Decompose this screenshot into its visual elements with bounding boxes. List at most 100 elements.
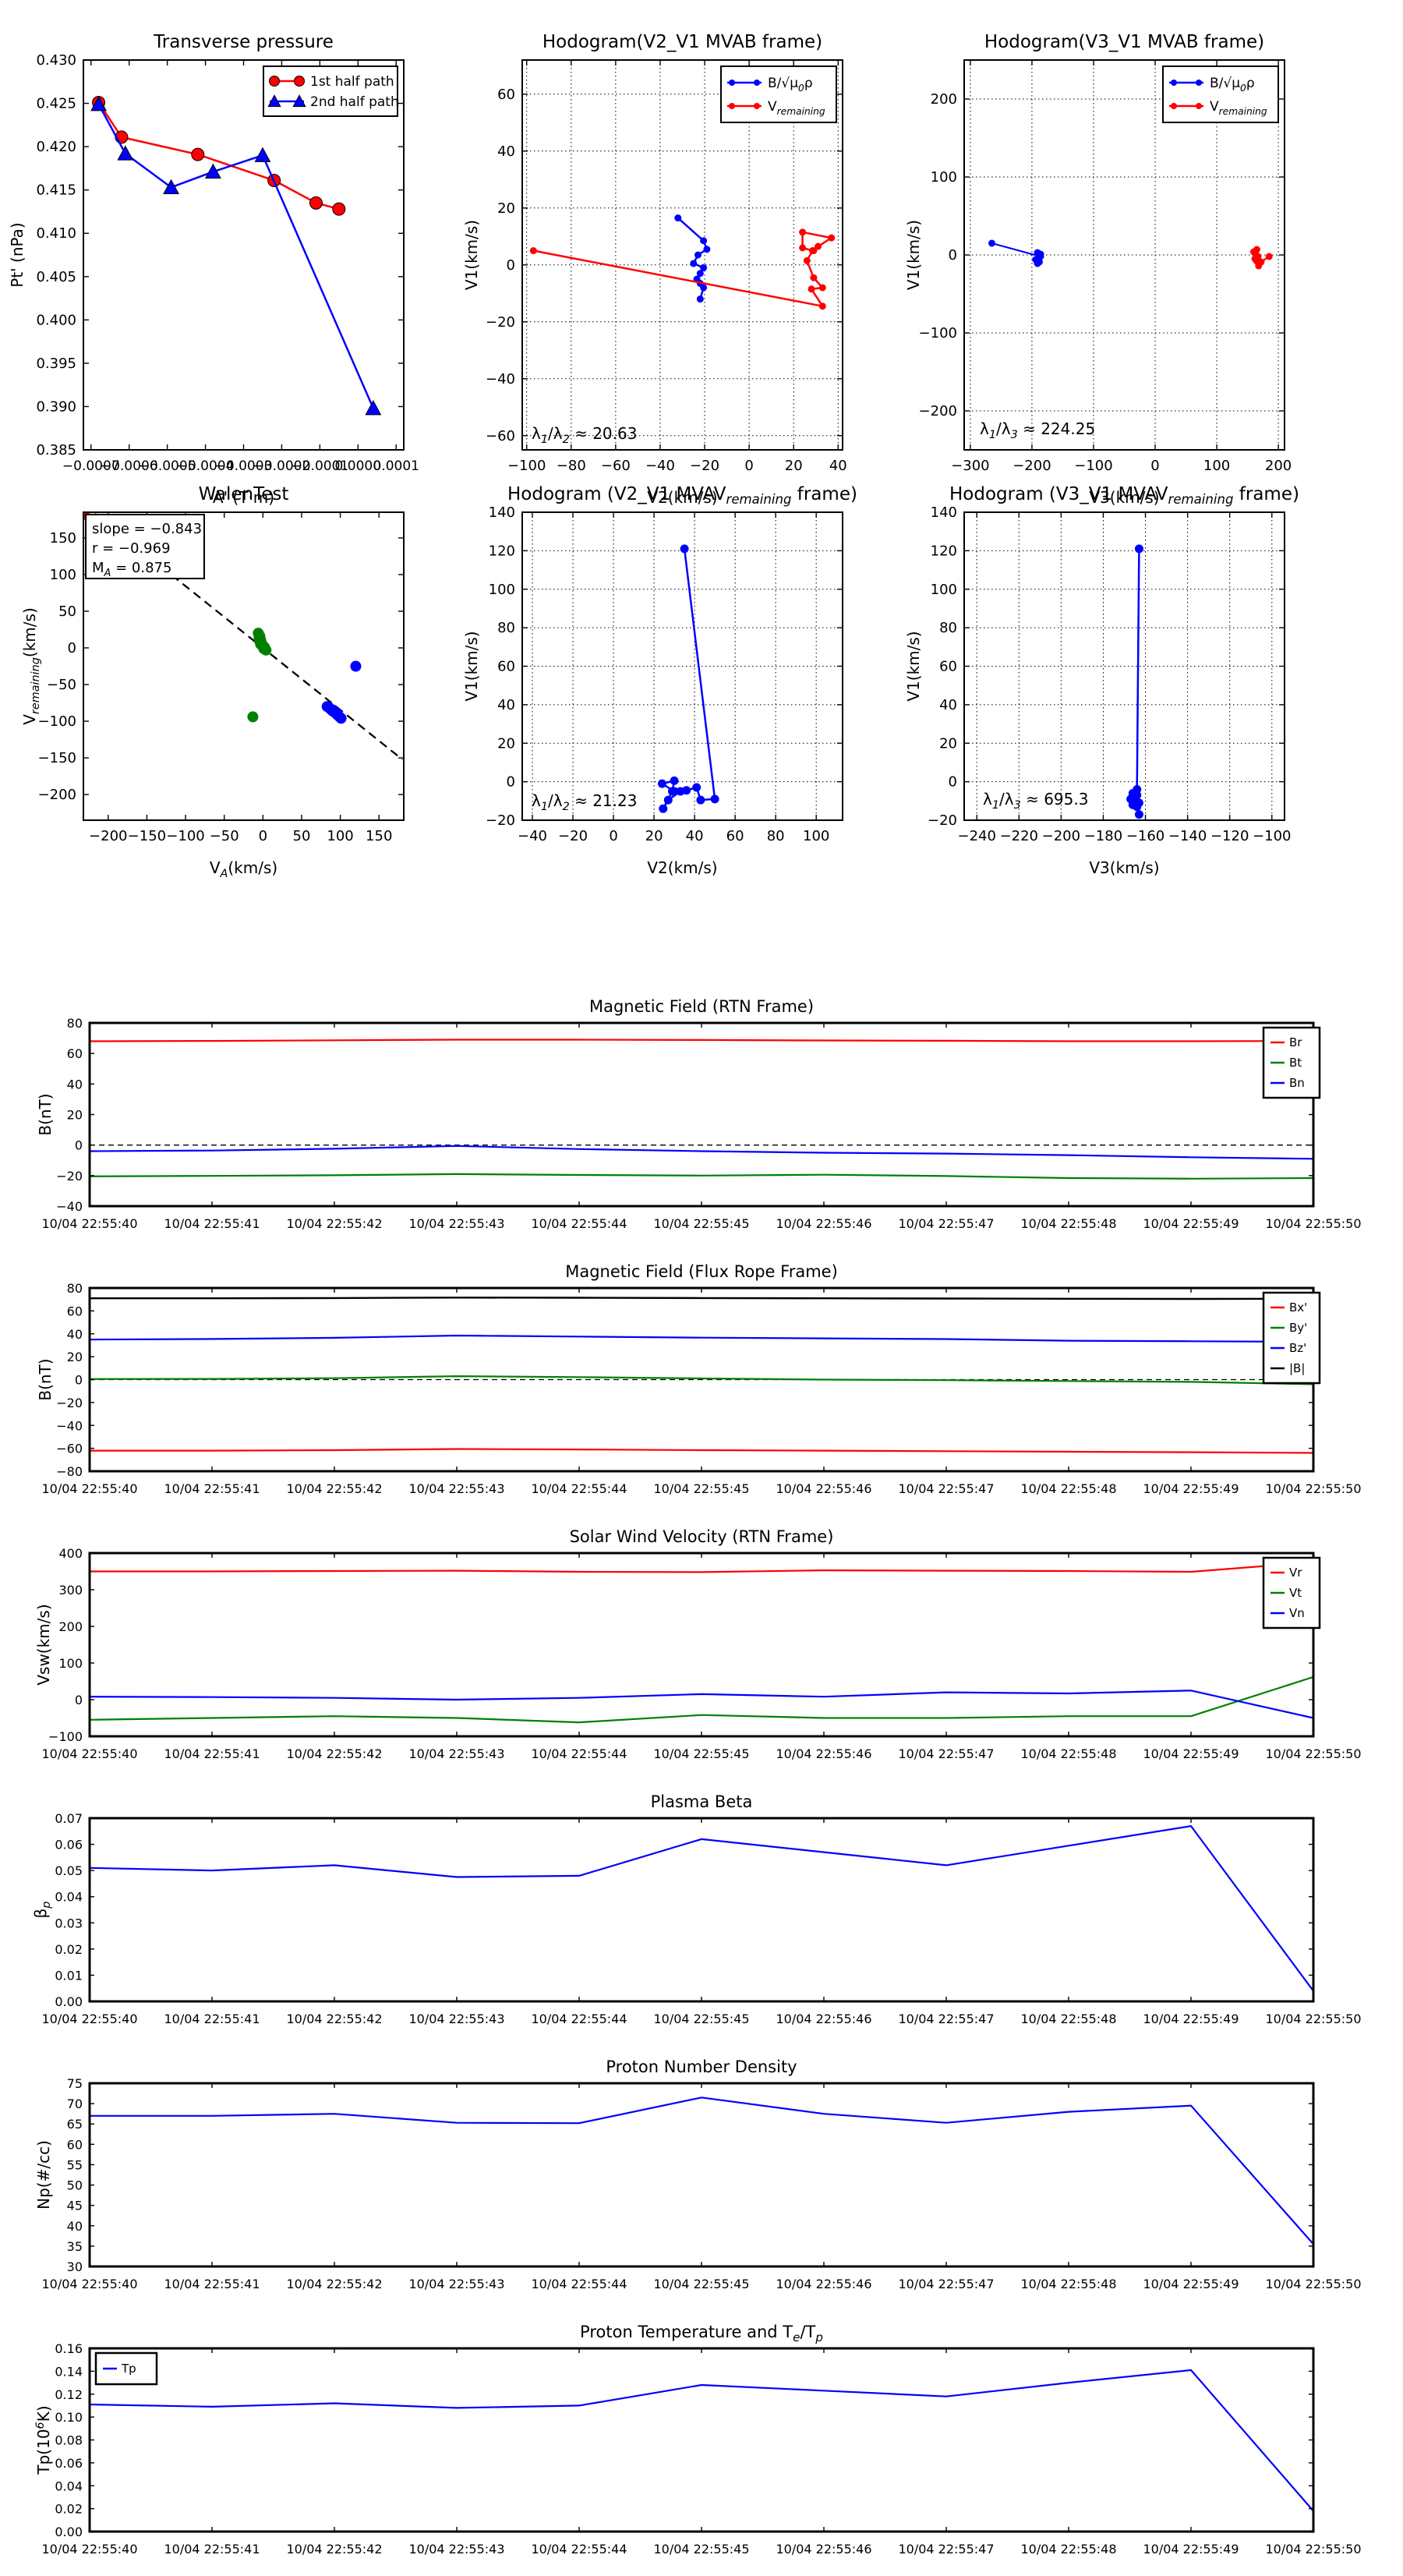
y-tick-label: 140 [931,504,957,521]
x-tick-label: 0 [259,828,267,844]
x-tick-label: −20 [558,828,588,844]
series-np [90,2097,1313,2244]
x-tick-label: 10/04 22:55:45 [653,1216,749,1231]
x-tick-label: −240 [957,828,995,844]
y-tick-label: −100 [38,713,76,730]
y-axis-label: Np(#/cc) [34,2140,53,2210]
x-axis-label: V3(km/s) [1089,858,1159,877]
series-blue-points [322,661,362,724]
y-tick-label: 0.05 [55,1863,83,1878]
x-tick-label: 10/04 22:55:42 [286,1216,382,1231]
y-tick-label: 100 [50,567,76,583]
y-tick-label: 0.425 [36,96,76,112]
y-tick-label: −100 [919,325,957,341]
plot-title: Hodogram (V3_V1 MVAVremaining​ frame) [949,484,1299,507]
x-tick-label: 10/04 22:55:46 [776,2542,871,2557]
series-b-field [658,544,719,812]
y-axis-label: V1(km/s) [462,220,481,290]
y-tick-label: −80 [56,1464,83,1479]
y-axis-label: βp​ [31,1902,53,1919]
x-tick-label: 10/04 22:55:43 [408,2277,504,2291]
y-tick-label: 40 [939,697,957,713]
series-tp [90,2370,1313,2511]
series-vr [90,1562,1313,1573]
y-tick-label: 0 [75,1693,83,1707]
plot-title: Solar Wind Velocity (RTN Frame) [570,1527,834,1546]
y-tick-label: 0.14 [55,2364,83,2379]
y-tick-label: 40 [497,143,515,160]
y-tick-label: 120 [489,543,515,559]
plot-magnetic-field-rtn: 10/04 22:55:4010/04 22:55:4110/04 22:55:… [36,997,1362,1231]
series-green-points [247,628,271,722]
y-tick-label: 0.06 [55,1838,83,1852]
y-tick-label: 0 [507,257,515,274]
annotation: λ1​/λ3​ ≈ 224.25 [980,419,1095,441]
x-tick-label: 10/04 22:55:46 [776,1216,871,1231]
x-tick-label: −100 [1074,458,1112,474]
x-tick-label: 100 [1203,458,1230,474]
y-tick-label: −40 [486,371,515,387]
stats-inset: slope = −0.843r = −0.969MA​ = 0.875 [86,515,204,579]
y-axis-label: B(nT) [36,1358,55,1400]
y-tick-label: 55 [67,2157,83,2172]
y-tick-label: 80 [497,620,515,636]
x-tick-label: 10/04 22:55:45 [653,2277,749,2291]
x-tick-label: 10/04 22:55:40 [41,2277,137,2291]
y-tick-label: 100 [489,582,515,598]
y-tick-label: 60 [67,1304,83,1318]
x-tick-label: 200 [1265,458,1292,474]
y-axis-label: Vsw(km/s) [34,1604,53,1685]
x-tick-label: 40 [686,828,704,844]
y-tick-label: 20 [497,200,515,217]
plot-title: Proton Number Density [606,2058,797,2076]
x-tick-label: 10/04 22:55:50 [1265,1216,1361,1231]
y-tick-label: −50 [47,677,76,693]
y-tick-label: 0.00 [55,1994,83,2009]
y-tick-label: 20 [939,735,957,752]
x-tick-label: 10/04 22:55:47 [898,1481,994,1496]
y-axis-label: V1(km/s) [904,220,923,290]
x-tick-label: 10/04 22:55:41 [164,2277,260,2291]
series-bz-prime [90,1336,1313,1342]
x-tick-label: 0.0001 [373,458,419,474]
x-tick-label: 10/04 22:55:49 [1143,1216,1239,1231]
y-tick-label: 50 [58,603,76,620]
y-tick-label: 40 [67,1077,83,1092]
x-tick-label: 10/04 22:55:42 [286,2012,382,2026]
x-tick-label: 100 [327,828,353,844]
x-tick-label: 10/04 22:55:46 [776,2277,871,2291]
y-tick-label: 50 [67,2178,83,2193]
x-axis-label: V2(km/s) [647,858,717,877]
x-tick-label: −120 [1210,828,1249,844]
x-tick-label: −140 [1168,828,1207,844]
x-tick-label: 10/04 22:55:44 [531,1746,627,1761]
x-tick-label: 10/04 22:55:43 [408,1216,504,1231]
x-tick-label: −300 [951,458,989,474]
y-axis-label: V1(km/s) [462,631,481,701]
x-tick-label: 10/04 22:55:42 [286,1481,382,1496]
y-tick-label: 0.385 [36,442,76,458]
y-tick-label: −20 [486,812,515,829]
x-tick-label: 0 [609,828,617,844]
y-tick-label: 40 [67,1327,83,1342]
y-tick-label: 0.430 [36,52,76,69]
x-tick-label: 10/04 22:55:48 [1020,2012,1116,2026]
y-tick-label: −200 [919,403,957,419]
x-tick-label: 10/04 22:55:50 [1265,1746,1361,1761]
legend-label: 2nd half path [310,94,399,110]
x-tick-label: 10/04 22:55:45 [653,2012,749,2026]
x-tick-label: 10/04 22:55:47 [898,2277,994,2291]
x-tick-label: −80 [557,458,586,474]
y-tick-label: 60 [939,659,957,675]
x-tick-label: 10/04 22:55:50 [1265,1481,1361,1496]
x-tick-label: 10/04 22:55:43 [408,1746,504,1761]
plot-plasma-beta: 10/04 22:55:4010/04 22:55:4110/04 22:55:… [31,1792,1362,2026]
x-tick-label: 10/04 22:55:50 [1265,2542,1361,2557]
x-tick-label: 0 [1150,458,1159,474]
x-tick-label: 10/04 22:55:43 [408,1481,504,1496]
x-tick-label: −100 [166,828,204,844]
plot-hodogram-v2v1-mvav: −40−20020406080100−20020406080100120140H… [462,484,857,877]
x-tick-label: 10/04 22:55:44 [531,2277,627,2291]
y-tick-label: 0.400 [36,312,76,328]
axes-box [83,60,404,450]
